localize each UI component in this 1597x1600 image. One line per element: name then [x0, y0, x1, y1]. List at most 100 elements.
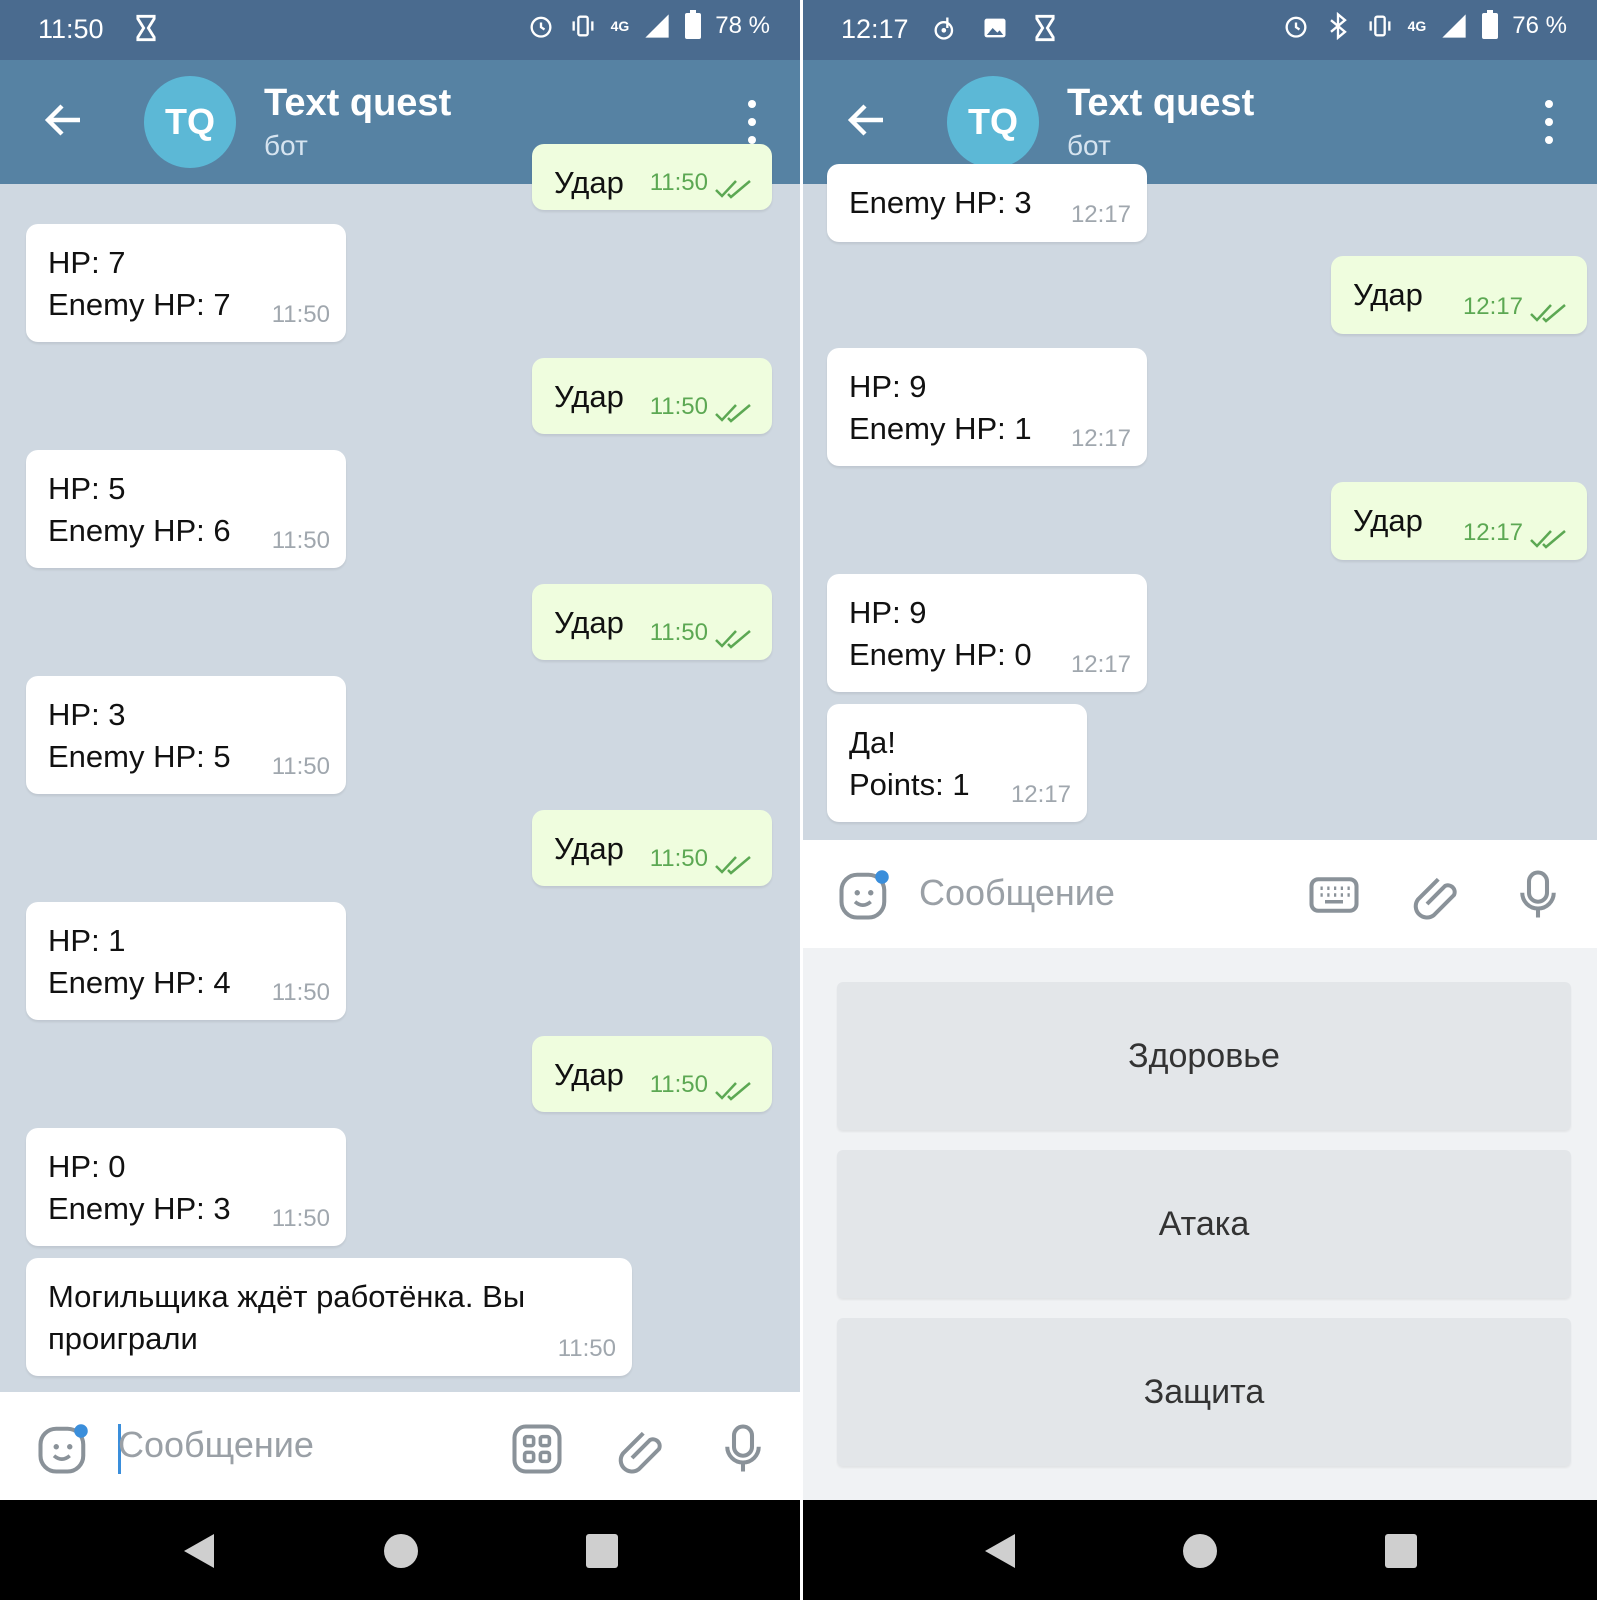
keyboard-button-health[interactable]: Здоровье: [837, 982, 1571, 1130]
message-outgoing[interactable]: Удар 11:50: [532, 144, 772, 210]
message-incoming[interactable]: HP: 9 Enemy HP: 1 12:17: [827, 348, 1147, 466]
chat-title[interactable]: Text quest: [1067, 82, 1254, 125]
network-type: 4G: [610, 18, 630, 34]
message-time: 11:50: [649, 845, 708, 872]
message-incoming[interactable]: Enemy HP: 3 12:17: [827, 164, 1147, 242]
nav-home-icon[interactable]: [384, 1534, 418, 1568]
message-incoming[interactable]: HP: 9 Enemy HP: 0 12:17: [827, 574, 1147, 692]
message-text: Удар: [554, 605, 624, 640]
message-time: 11:50: [271, 979, 330, 1006]
message-incoming[interactable]: HP: 3 Enemy HP: 5 11:50: [26, 676, 346, 794]
message-time: 12:17: [1462, 519, 1523, 546]
status-bar: 11:50 4G 78 %: [0, 0, 800, 60]
battery-icon: [685, 10, 702, 39]
mic-icon[interactable]: [716, 1422, 770, 1476]
attach-icon[interactable]: [614, 1422, 668, 1476]
double-check-icon: [715, 856, 751, 875]
back-arrow-icon[interactable]: [40, 96, 88, 144]
message-incoming[interactable]: HP: 5 Enemy HP: 6 11:50: [26, 450, 346, 568]
message-text: Удар: [554, 831, 624, 866]
mic-icon[interactable]: [1511, 868, 1565, 922]
message-text: HP: 3 Enemy HP: 5: [48, 697, 231, 774]
bot-commands-icon[interactable]: [510, 1422, 564, 1476]
avatar[interactable]: TQ: [947, 76, 1039, 168]
message-time: 12:17: [1070, 201, 1131, 228]
message-input[interactable]: Сообщение: [919, 872, 1115, 914]
battery-percent: 76 %: [1512, 12, 1567, 39]
network-type: 4G: [1407, 18, 1427, 34]
bluetooth-icon: [1329, 12, 1347, 40]
status-time: 11:50: [38, 14, 104, 44]
chat-subtitle: бот: [1067, 130, 1111, 161]
message-time: 11:50: [649, 393, 708, 420]
alarm-icon: [530, 16, 552, 38]
message-outgoing[interactable]: Удар 11:50: [532, 810, 772, 886]
message-incoming[interactable]: Могильщика ждёт работёнка. Вы проиграли …: [26, 1258, 632, 1376]
more-vertical-icon[interactable]: [742, 100, 762, 144]
more-vertical-icon[interactable]: [1539, 100, 1559, 144]
sticker-icon[interactable]: [36, 1422, 90, 1476]
message-time: 12:17: [1070, 425, 1131, 452]
hourglass-icon: [1035, 14, 1055, 42]
nav-back-icon[interactable]: [983, 1532, 1017, 1570]
message-text: Удар: [1353, 277, 1423, 312]
keyboard-icon[interactable]: [1307, 868, 1361, 922]
left-screenshot: 11:50 4G 78 % TQ Text quest бот Удар 11:…: [0, 0, 800, 1600]
message-time: 11:50: [649, 619, 708, 646]
nav-recents-icon[interactable]: [586, 1534, 618, 1568]
message-time: 11:50: [649, 169, 708, 196]
sticker-icon[interactable]: [837, 868, 891, 922]
signal-icon: [1442, 14, 1466, 38]
message-time: 11:50: [271, 753, 330, 780]
keyboard-button-defense[interactable]: Защита: [837, 1318, 1571, 1466]
right-screenshot: 12:17 4G 76 % TQ Text quest бот Enemy HP…: [803, 0, 1597, 1600]
double-check-icon: [1530, 304, 1566, 323]
message-incoming[interactable]: Да! Points: 1 12:17: [827, 704, 1087, 822]
message-incoming[interactable]: HP: 1 Enemy HP: 4 11:50: [26, 902, 346, 1020]
double-check-icon: [1530, 530, 1566, 549]
keyboard-button-attack[interactable]: Атака: [837, 1150, 1571, 1298]
vibrate-icon: [1369, 15, 1391, 37]
message-text: HP: 5 Enemy HP: 6: [48, 471, 231, 548]
attach-icon[interactable]: [1409, 868, 1463, 922]
message-input[interactable]: Сообщение: [118, 1424, 314, 1466]
message-time: 11:50: [271, 1205, 330, 1232]
navigation-bar: [803, 1500, 1597, 1600]
message-text: HP: 9 Enemy HP: 1: [849, 369, 1032, 446]
nav-home-icon[interactable]: [1183, 1534, 1217, 1568]
nav-recents-icon[interactable]: [1385, 1534, 1417, 1568]
message-text: HP: 7 Enemy HP: 7: [48, 245, 231, 322]
back-arrow-icon[interactable]: [843, 96, 891, 144]
message-text: Удар: [554, 1057, 624, 1092]
vibrate-icon: [572, 15, 594, 37]
double-check-icon: [715, 404, 751, 423]
status-bar: 12:17 4G 76 %: [803, 0, 1597, 60]
message-outgoing[interactable]: Удар 11:50: [532, 358, 772, 434]
nav-back-icon[interactable]: [182, 1532, 216, 1570]
double-check-icon: [715, 630, 751, 649]
message-outgoing[interactable]: Удар 11:50: [532, 584, 772, 660]
message-text: Enemy HP: 3: [849, 185, 1032, 220]
message-time: 12:17: [1070, 651, 1131, 678]
message-text: Удар: [1353, 503, 1423, 538]
message-time: 11:50: [649, 1071, 708, 1098]
message-outgoing[interactable]: Удар 12:17: [1331, 256, 1587, 334]
battery-icon: [1482, 10, 1499, 39]
message-outgoing[interactable]: Удар 12:17: [1331, 482, 1587, 560]
chat-title[interactable]: Text quest: [264, 82, 451, 125]
message-text: Удар: [554, 379, 624, 414]
music-icon: [934, 17, 954, 40]
message-time: 12:17: [1462, 293, 1523, 320]
message-text: HP: 9 Enemy HP: 0: [849, 595, 1032, 672]
navigation-bar: [0, 1500, 800, 1600]
avatar[interactable]: TQ: [144, 76, 236, 168]
alarm-icon: [1285, 16, 1307, 38]
double-check-icon: [715, 1082, 751, 1101]
message-incoming[interactable]: HP: 0 Enemy HP: 3 11:50: [26, 1128, 346, 1246]
bot-keyboard: Здоровье Атака Защита: [803, 948, 1597, 1500]
message-input-bar: Сообщение: [803, 840, 1597, 948]
message-time: 12:17: [1010, 781, 1071, 808]
message-incoming[interactable]: HP: 7 Enemy HP: 7 11:50: [26, 224, 346, 342]
message-outgoing[interactable]: Удар 11:50: [532, 1036, 772, 1112]
message-text: Да! Points: 1: [849, 725, 970, 802]
